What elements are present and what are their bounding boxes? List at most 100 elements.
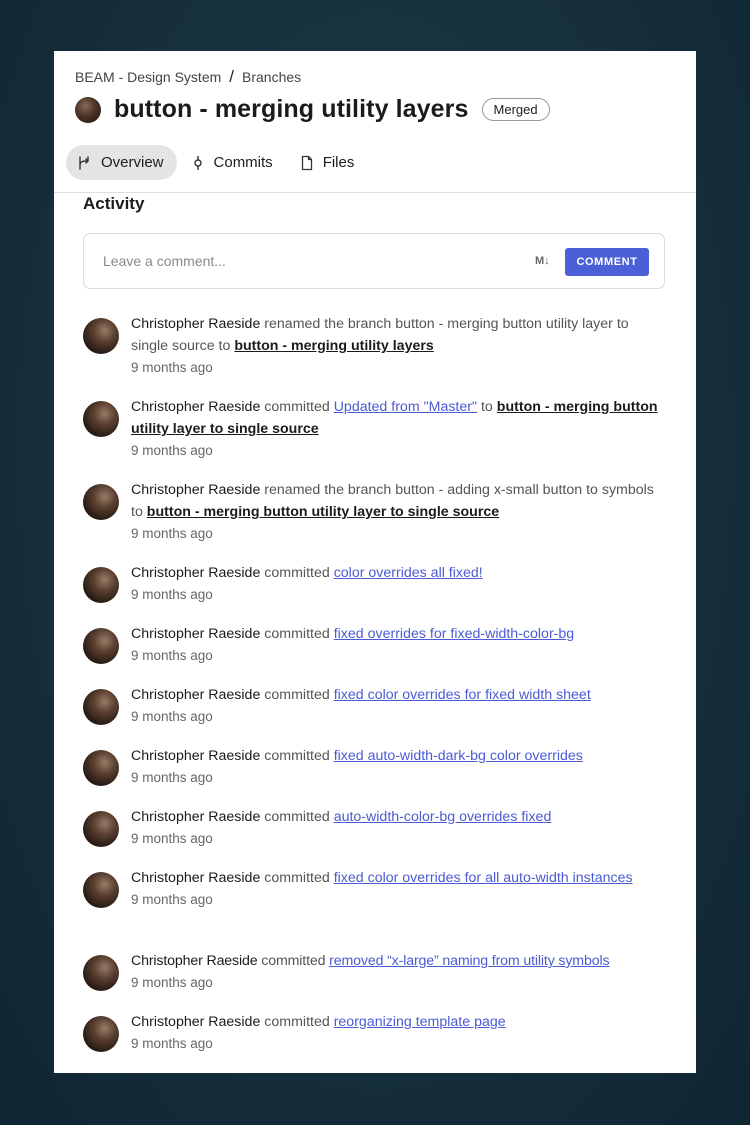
author-name[interactable]: Christopher Raeside — [131, 809, 260, 825]
tab-files[interactable]: Files — [288, 145, 368, 180]
commit-link[interactable]: fixed color overrides for fixed width sh… — [334, 687, 591, 703]
list-item: Christopher Raeside renamed the branch b… — [83, 479, 668, 562]
activity-action: committed — [264, 870, 330, 886]
timestamp: 9 months ago — [131, 831, 213, 846]
commit-link[interactable]: Updated from "Master" — [334, 399, 477, 415]
list-item: Christopher Raeside committed auto-width… — [83, 806, 668, 867]
list-item: Christopher Raeside committed removed “x… — [83, 950, 668, 1011]
author-name[interactable]: Christopher Raeside — [131, 482, 260, 498]
tab-bar: Overview Commits Files — [66, 145, 369, 180]
timestamp: 9 months ago — [131, 587, 213, 602]
activity-action: committed — [264, 626, 330, 642]
activity-text: Christopher Raeside committed auto-width… — [131, 806, 668, 828]
branch-icon — [79, 155, 89, 170]
avatar — [83, 318, 119, 354]
timestamp: 9 months ago — [131, 360, 213, 375]
tab-commits[interactable]: Commits — [179, 145, 286, 180]
avatar — [83, 1016, 119, 1052]
activity-text: Christopher Raeside committed fixed colo… — [131, 867, 668, 889]
avatar — [83, 811, 119, 847]
timestamp: 9 months ago — [131, 1036, 213, 1051]
commit-link[interactable]: reorganizing template page — [334, 1014, 506, 1030]
breadcrumb-branches[interactable]: Branches — [242, 69, 301, 85]
title-row: button - merging utility layers Merged — [75, 95, 550, 124]
file-icon — [301, 155, 312, 170]
owner-avatar — [75, 96, 101, 123]
commit-link[interactable]: removed “x-large” naming from utility sy… — [329, 953, 609, 969]
commit-link[interactable]: auto-width-color-bg overrides fixed — [334, 809, 552, 825]
activity-text: Christopher Raeside renamed the branch b… — [131, 479, 668, 523]
tab-overview-label: Overview — [101, 154, 164, 171]
timestamp: 9 months ago — [131, 975, 213, 990]
avatar — [83, 567, 119, 603]
branch-link[interactable]: button - merging utility layers — [234, 338, 433, 354]
timestamp: 9 months ago — [131, 892, 213, 907]
activity-text: Christopher Raeside committed fixed colo… — [131, 684, 668, 706]
avatar — [83, 484, 119, 520]
commit-icon — [193, 155, 202, 170]
list-item: Christopher Raeside committed Updated fr… — [83, 396, 668, 479]
comment-button[interactable]: COMMENT — [565, 248, 649, 276]
avatar — [83, 955, 119, 991]
tab-commits-label: Commits — [213, 154, 273, 171]
activity-text: Christopher Raeside committed reorganizi… — [131, 1011, 668, 1033]
list-item: Christopher Raeside committed reorganizi… — [83, 1011, 668, 1072]
page-title: button - merging utility layers — [114, 95, 469, 123]
author-name[interactable]: Christopher Raeside — [131, 565, 260, 581]
author-name[interactable]: Christopher Raeside — [131, 687, 260, 703]
author-name[interactable]: Christopher Raeside — [131, 626, 260, 642]
activity-action: committed — [264, 565, 330, 581]
avatar — [83, 628, 119, 664]
activity-action: committed — [264, 687, 330, 703]
list-item: Christopher Raeside committed fixed colo… — [83, 867, 668, 950]
activity-text: Christopher Raeside committed Updated fr… — [131, 396, 668, 440]
comment-box: M↓ COMMENT — [83, 233, 665, 289]
avatar — [83, 750, 119, 786]
timestamp: 9 months ago — [131, 443, 213, 458]
list-item: Christopher Raeside renamed the branch b… — [83, 313, 668, 396]
markdown-icon[interactable]: M↓ — [535, 255, 550, 267]
commit-link[interactable]: fixed color overrides for all auto-width… — [334, 870, 633, 886]
author-name[interactable]: Christopher Raeside — [131, 870, 260, 886]
author-name[interactable]: Christopher Raeside — [131, 1014, 260, 1030]
author-name[interactable]: Christopher Raeside — [131, 399, 260, 415]
list-item: Christopher Raeside committed color over… — [83, 562, 668, 623]
commit-link[interactable]: fixed auto-width-dark-bg color overrides — [334, 748, 583, 764]
activity-suffix: to — [480, 399, 493, 415]
breadcrumb-project[interactable]: BEAM - Design System — [75, 69, 221, 85]
list-item: Christopher Raeside committed fixed over… — [83, 623, 668, 684]
timestamp: 9 months ago — [131, 648, 213, 663]
activity-action: committed — [264, 399, 330, 415]
timestamp: 9 months ago — [131, 526, 213, 541]
activity-action: committed — [264, 809, 330, 825]
author-name[interactable]: Christopher Raeside — [131, 748, 260, 764]
activity-list: Christopher Raeside renamed the branch b… — [83, 313, 668, 1072]
avatar — [83, 689, 119, 725]
status-badge: Merged — [481, 98, 550, 121]
author-name[interactable]: Christopher Raeside — [131, 953, 258, 969]
avatar — [83, 872, 119, 908]
timestamp: 9 months ago — [131, 709, 213, 724]
activity-text: Christopher Raeside committed fixed auto… — [131, 745, 668, 767]
tab-overview[interactable]: Overview — [66, 145, 177, 180]
author-name[interactable]: Christopher Raeside — [131, 316, 260, 332]
activity-action: committed — [261, 953, 326, 969]
commit-link[interactable]: fixed overrides for fixed-width-color-bg — [334, 626, 575, 642]
comment-input[interactable] — [101, 248, 525, 274]
activity-text: Christopher Raeside committed fixed over… — [131, 623, 668, 645]
timestamp: 9 months ago — [131, 770, 213, 785]
activity-text: Christopher Raeside committed color over… — [131, 562, 668, 584]
avatar — [83, 401, 119, 437]
header-divider — [54, 192, 696, 193]
commit-link[interactable]: color overrides all fixed! — [334, 565, 483, 581]
branch-panel: BEAM - Design System / Branches button -… — [54, 51, 696, 1073]
activity-text: Christopher Raeside renamed the branch b… — [131, 313, 668, 357]
breadcrumb: BEAM - Design System / Branches — [75, 67, 301, 87]
branch-link[interactable]: button - merging button utility layer to… — [147, 504, 499, 520]
activity-action: committed — [264, 748, 330, 764]
activity-action: committed — [264, 1014, 330, 1030]
activity-text: Christopher Raeside committed removed “x… — [131, 950, 668, 972]
activity-title: Activity — [83, 194, 145, 213]
list-item: Christopher Raeside committed fixed colo… — [83, 684, 668, 745]
list-item: Christopher Raeside committed fixed auto… — [83, 745, 668, 806]
